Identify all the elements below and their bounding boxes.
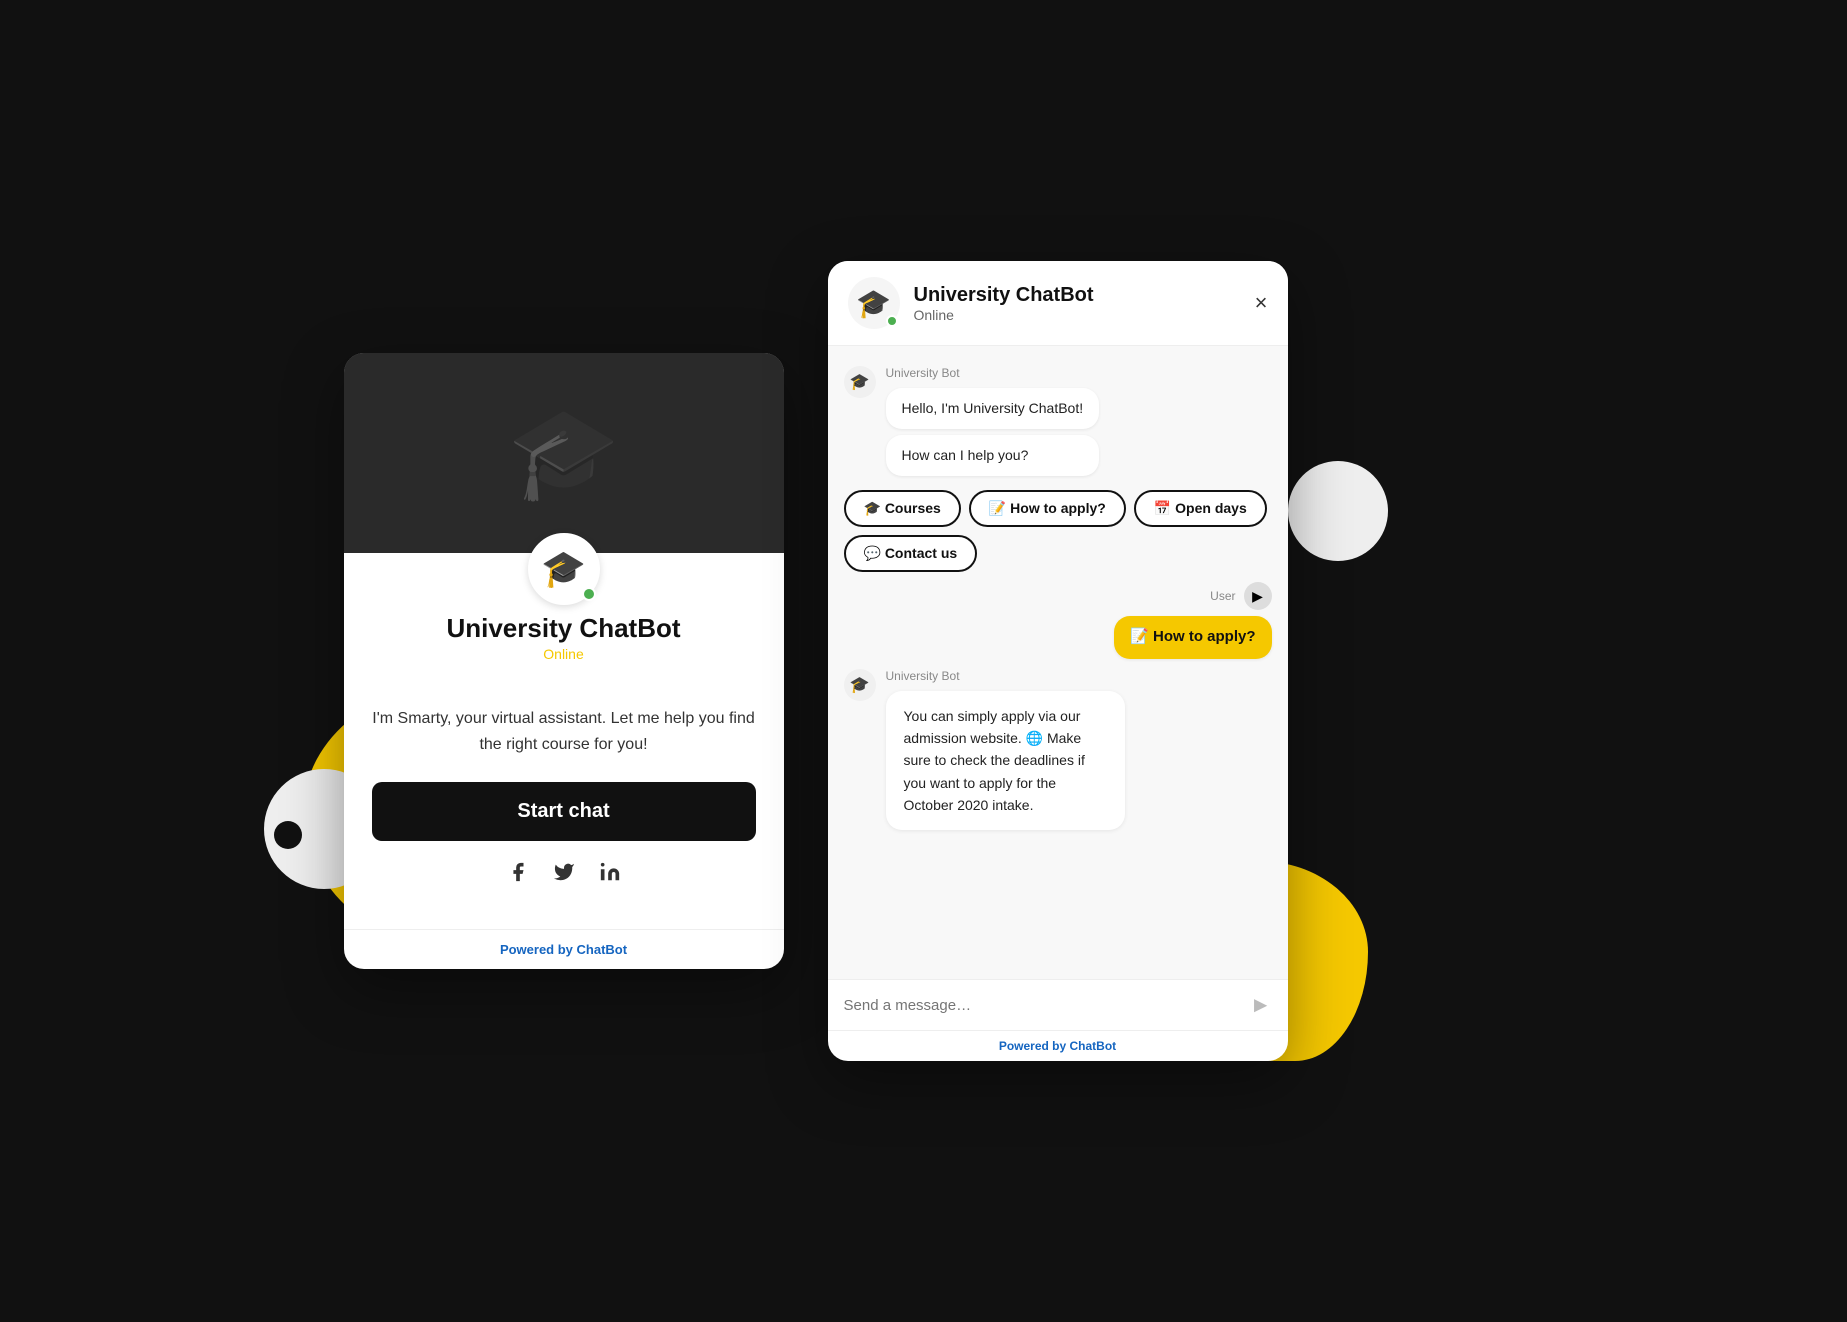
quick-reply-courses[interactable]: 🎓 Courses <box>844 490 961 527</box>
hero-image: 🎓 <box>344 353 784 553</box>
bot-bubble-2: How can I help you? <box>886 435 1100 476</box>
bot-response-content: University Bot You can simply apply via … <box>886 669 1186 831</box>
twitter-icon[interactable] <box>553 861 575 889</box>
right-bot-status: Online <box>914 307 1094 323</box>
intro-text: I'm Smarty, your virtual assistant. Let … <box>372 706 756 757</box>
user-bubble: 📝 How to apply? <box>1114 616 1271 659</box>
start-chat-button[interactable]: Start chat <box>372 782 756 841</box>
chat-input[interactable] <box>844 997 1240 1014</box>
right-powered-by: Powered by ChatBot <box>828 1030 1288 1061</box>
bot-avatar-msg: 🎓 <box>844 366 876 398</box>
left-chat-widget: 🎓 🎓 University ChatBot Online I'm Smarty… <box>344 353 784 968</box>
send-button[interactable]: ► <box>1250 992 1272 1018</box>
powered-brand-left: ChatBot <box>577 942 628 957</box>
left-powered-by: Powered by ChatBot <box>344 929 784 969</box>
powered-label: Powered by <box>500 942 577 957</box>
decorative-dot <box>274 821 302 849</box>
hero-bg: 🎓 <box>344 353 784 553</box>
user-message-section: User ▶ 📝 How to apply? <box>844 582 1272 659</box>
chat-messages: 🎓 University Bot Hello, I'm University C… <box>828 346 1288 979</box>
widget-identity: 🎓 University ChatBot Online <box>344 553 784 686</box>
left-online-indicator <box>582 587 596 601</box>
bot-response-row: 🎓 University Bot You can simply apply vi… <box>844 669 1272 831</box>
right-powered-label: Powered by <box>999 1039 1070 1053</box>
scene: 🎓 🎓 University ChatBot Online I'm Smarty… <box>324 211 1524 1111</box>
bot-avatar-response: 🎓 <box>844 669 876 701</box>
bot-response-bubble: You can simply apply via our admission w… <box>886 691 1126 831</box>
bot-sender-label-2: University Bot <box>886 669 1186 683</box>
chat-input-area: ► <box>828 979 1288 1030</box>
hero-graduation-icon: 🎓 <box>507 401 619 506</box>
right-chat-widget: 🎓 University ChatBot Online × 🎓 Universi… <box>828 261 1288 1061</box>
user-avatar-msg: ▶ <box>1244 582 1272 610</box>
chat-header-info: University ChatBot Online <box>914 284 1094 323</box>
facebook-icon[interactable] <box>507 861 529 889</box>
quick-replies-area: 🎓 Courses 📝 How to apply? 📅 Open days 💬 … <box>844 490 1272 572</box>
right-online-indicator <box>886 315 898 327</box>
social-icons-row <box>372 861 756 889</box>
linkedin-icon[interactable] <box>599 861 621 889</box>
quick-reply-apply[interactable]: 📝 How to apply? <box>969 490 1126 527</box>
right-panel: 🎓 University ChatBot Online × 🎓 Universi… <box>828 261 1308 1061</box>
left-bot-status: Online <box>543 646 583 662</box>
quick-reply-opendays[interactable]: 📅 Open days <box>1134 490 1267 527</box>
bot-bubble-1: Hello, I'm University ChatBot! <box>886 388 1100 429</box>
left-bot-name: University ChatBot <box>446 613 680 644</box>
right-powered-brand: ChatBot <box>1070 1039 1117 1053</box>
bot-message-content: University Bot Hello, I'm University Cha… <box>886 366 1100 476</box>
bot-message-row-1: 🎓 University Bot Hello, I'm University C… <box>844 366 1272 476</box>
user-label-row: User ▶ <box>1210 582 1271 610</box>
bot-sender-label: University Bot <box>886 366 1100 380</box>
decorative-blob-white-right <box>1288 461 1388 561</box>
user-sender-label: User <box>1210 589 1235 603</box>
left-widget-body: I'm Smarty, your virtual assistant. Let … <box>344 686 784 920</box>
right-avatar-wrap: 🎓 <box>848 277 900 329</box>
close-button[interactable]: × <box>1255 292 1268 314</box>
left-avatar-wrap: 🎓 <box>528 533 600 605</box>
quick-reply-contact[interactable]: 💬 Contact us <box>844 535 978 572</box>
left-panel: 🎓 🎓 University ChatBot Online I'm Smarty… <box>324 353 804 968</box>
right-bot-name: University ChatBot <box>914 284 1094 307</box>
chat-header: 🎓 University ChatBot Online × <box>828 261 1288 346</box>
